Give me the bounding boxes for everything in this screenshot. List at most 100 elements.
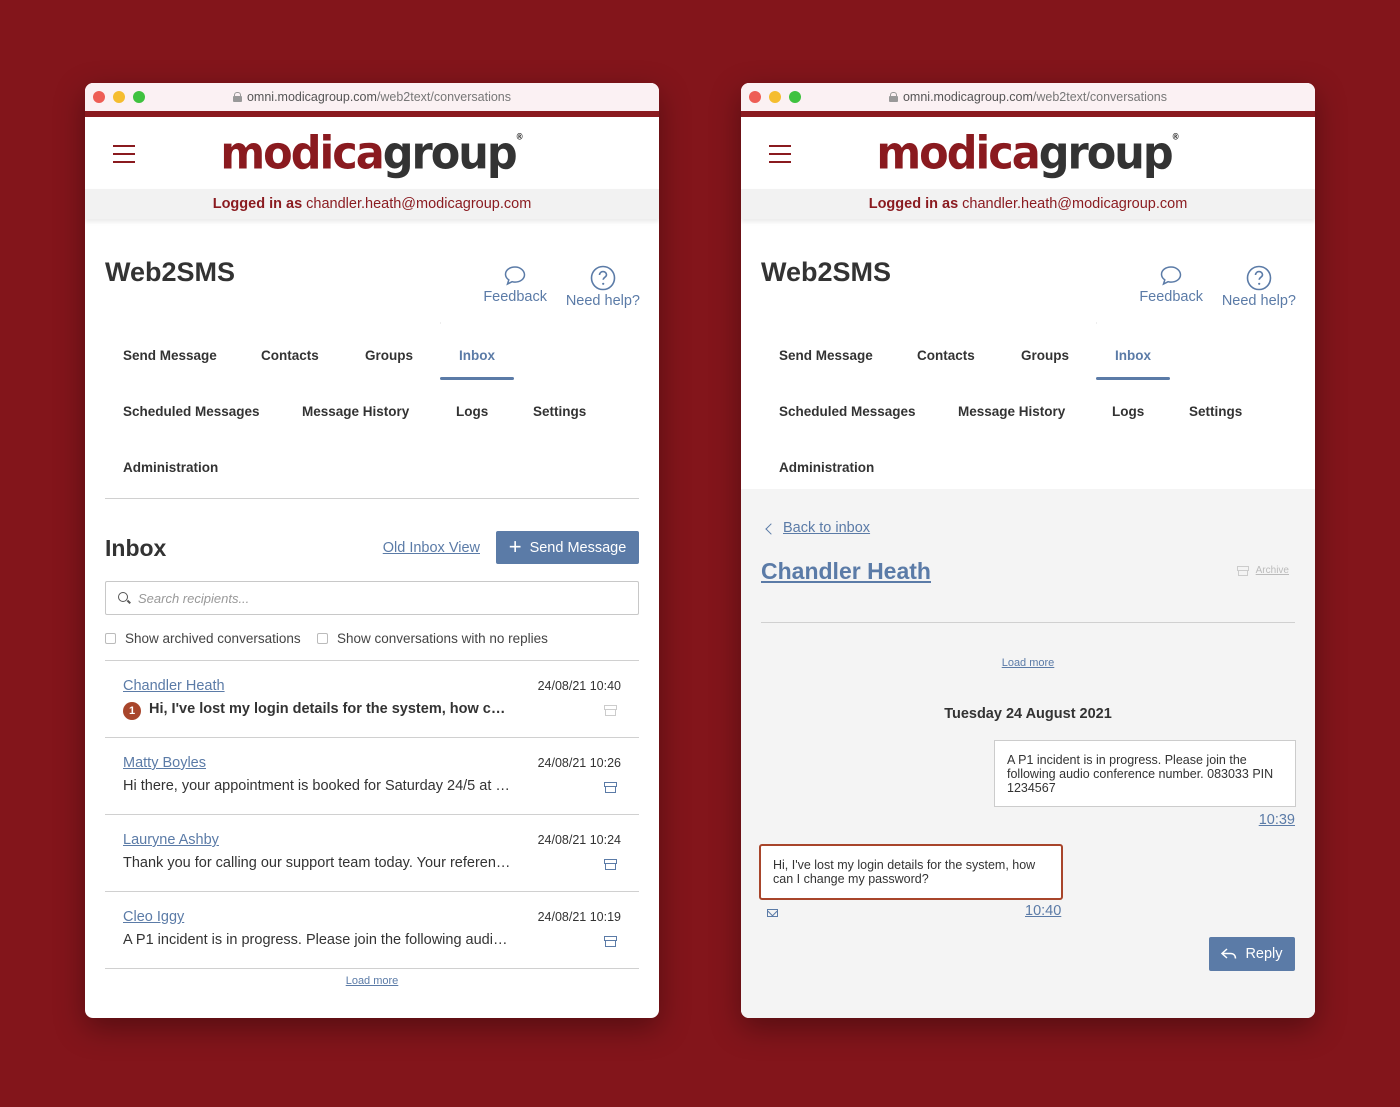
old-inbox-view-link[interactable]: Old Inbox View — [383, 540, 480, 556]
logo-registered-mark: ® — [1171, 131, 1180, 142]
send-message-button[interactable]: + Send Message — [496, 531, 639, 564]
search-box — [105, 581, 639, 615]
load-more-link[interactable]: Load more — [85, 975, 659, 987]
load-more-link[interactable]: Load more — [741, 657, 1315, 669]
speech-bubble-icon — [1160, 266, 1182, 286]
modicagroup-logo[interactable]: modicagroup® — [741, 128, 1315, 181]
app-title: Web2SMS — [761, 257, 892, 287]
url-host: omni.modicagroup.com — [902, 90, 1033, 104]
app-header: Web2SMS Feedback Need help? — [85, 219, 659, 319]
app-title: Web2SMS — [105, 257, 236, 287]
reply-label: Reply — [1245, 946, 1283, 962]
conversation-time: 24/08/21 10:19 — [537, 910, 621, 924]
search-input[interactable] — [138, 582, 618, 614]
tab-administration[interactable]: Administration — [123, 460, 218, 475]
main-nav-tabs: Send Message Contacts Groups Inbox Sched… — [105, 319, 639, 499]
url-path: /web2text/conversations — [376, 90, 512, 104]
send-message-label: Send Message — [529, 539, 627, 556]
date-separator: Tuesday 24 August 2021 — [944, 706, 1112, 722]
help-link[interactable]: Need help? — [1222, 265, 1296, 309]
login-email: chandler.heath@modicagroup.com — [306, 196, 532, 212]
conversation-row[interactable]: Matty Boyles 24/08/21 10:26 Hi there, yo… — [105, 738, 639, 815]
main-nav-tabs: Send Message Contacts Groups Inbox Sched… — [761, 319, 1295, 499]
tab-contacts[interactable]: Contacts — [917, 348, 975, 363]
tab-logs[interactable]: Logs — [1112, 404, 1144, 419]
chevron-left-icon — [765, 522, 777, 535]
archive-icon[interactable] — [604, 705, 617, 716]
browser-window-inbox: omni.modicagroup.com/web2text/conversati… — [85, 83, 659, 1018]
checkbox-box[interactable] — [317, 633, 328, 644]
archive-conversation-button[interactable]: Archive — [1236, 565, 1289, 576]
help-label: Need help? — [1221, 293, 1296, 309]
back-to-inbox-label: Back to inbox — [783, 520, 871, 536]
feedback-link[interactable]: Feedback — [483, 265, 547, 305]
tab-scheduled-messages[interactable]: Scheduled Messages — [779, 404, 916, 419]
help-link[interactable]: Need help? — [566, 265, 640, 309]
inbox-title: Inbox — [105, 535, 167, 561]
browser-window-conversation: omni.modicagroup.com/web2text/conversati… — [741, 83, 1315, 1018]
conversation-panel: Back to inbox Chandler Heath Archive Loa… — [741, 489, 1315, 1018]
archive-icon — [1236, 566, 1249, 576]
tab-logs[interactable]: Logs — [456, 404, 488, 419]
site-header: modicagroup® — [741, 117, 1315, 189]
tab-send-message[interactable]: Send Message — [123, 348, 217, 363]
tab-settings[interactable]: Settings — [1189, 404, 1242, 419]
logo-text-group: group — [1038, 127, 1174, 181]
tab-inbox[interactable]: Inbox — [440, 322, 514, 380]
tab-administration[interactable]: Administration — [779, 460, 874, 475]
contact-name-link[interactable]: Chandler Heath — [761, 558, 931, 585]
archive-icon[interactable] — [604, 936, 617, 947]
incoming-message-bubble: Hi, I've lost my login details for the s… — [759, 844, 1063, 900]
url-host: omni.modicagroup.com — [246, 90, 377, 104]
conversation-time: 24/08/21 10:24 — [537, 833, 621, 847]
conversation-name-link[interactable]: Lauryne Ashby — [123, 832, 219, 848]
address-bar[interactable]: omni.modicagroup.com/web2text/conversati… — [741, 90, 1315, 104]
app-header: Web2SMS Feedback Need help? — [741, 219, 1315, 319]
conversation-row[interactable]: Lauryne Ashby 24/08/21 10:24 Thank you f… — [105, 815, 639, 892]
show-archived-checkbox[interactable]: Show archived conversations — [105, 631, 301, 646]
conversation-row[interactable]: Cleo Iggy 24/08/21 10:19 A P1 incident i… — [105, 892, 639, 969]
logo-text-modica: modica — [220, 127, 384, 181]
archive-icon[interactable] — [604, 782, 617, 793]
lock-icon — [888, 92, 898, 102]
login-label: Logged in as — [212, 196, 303, 212]
conversation-name-link[interactable]: Chandler Heath — [123, 678, 225, 694]
tab-message-history[interactable]: Message History — [302, 404, 409, 419]
archive-icon[interactable] — [604, 859, 617, 870]
modicagroup-logo[interactable]: modicagroup® — [85, 128, 659, 181]
address-bar[interactable]: omni.modicagroup.com/web2text/conversati… — [85, 90, 659, 104]
show-no-replies-label: Show conversations with no replies — [337, 631, 548, 646]
tab-scheduled-messages[interactable]: Scheduled Messages — [123, 404, 260, 419]
incoming-message-time[interactable]: 10:40 — [1025, 903, 1061, 919]
reply-button[interactable]: Reply — [1209, 937, 1295, 971]
plus-icon: + — [508, 533, 522, 559]
tab-groups[interactable]: Groups — [1021, 348, 1069, 363]
conversation-time: 24/08/21 10:26 — [537, 756, 621, 770]
archive-label: Archive — [1255, 565, 1289, 576]
tab-contacts[interactable]: Contacts — [261, 348, 319, 363]
conversation-row[interactable]: Chandler Heath 24/08/21 10:40 1 Hi, I've… — [105, 661, 639, 738]
help-label: Need help? — [565, 293, 640, 309]
tab-inbox[interactable]: Inbox — [1096, 322, 1170, 380]
logo-text-modica: modica — [876, 127, 1040, 181]
show-archived-label: Show archived conversations — [125, 631, 301, 646]
unread-count-badge: 1 — [123, 702, 141, 720]
tab-settings[interactable]: Settings — [533, 404, 586, 419]
outgoing-message-time[interactable]: 10:39 — [1259, 812, 1295, 828]
checkbox-box[interactable] — [105, 633, 116, 644]
url-path: /web2text/conversations — [1032, 90, 1168, 104]
tab-send-message[interactable]: Send Message — [779, 348, 873, 363]
login-status-bar: Logged in as chandler.heath@modicagroup.… — [741, 189, 1315, 219]
tab-message-history[interactable]: Message History — [958, 404, 1065, 419]
speech-bubble-icon — [504, 266, 526, 286]
conversation-preview: Hi, I've lost my login details for the s… — [149, 701, 511, 717]
search-icon — [118, 592, 128, 602]
feedback-label: Feedback — [1139, 289, 1203, 305]
show-no-replies-checkbox[interactable]: Show conversations with no replies — [317, 631, 548, 646]
tab-groups[interactable]: Groups — [365, 348, 413, 363]
feedback-link[interactable]: Feedback — [1139, 265, 1203, 305]
back-to-inbox-link[interactable]: Back to inbox — [765, 520, 871, 536]
logo-text-group: group — [382, 127, 518, 181]
conversation-name-link[interactable]: Cleo Iggy — [123, 909, 184, 925]
conversation-name-link[interactable]: Matty Boyles — [123, 755, 206, 771]
